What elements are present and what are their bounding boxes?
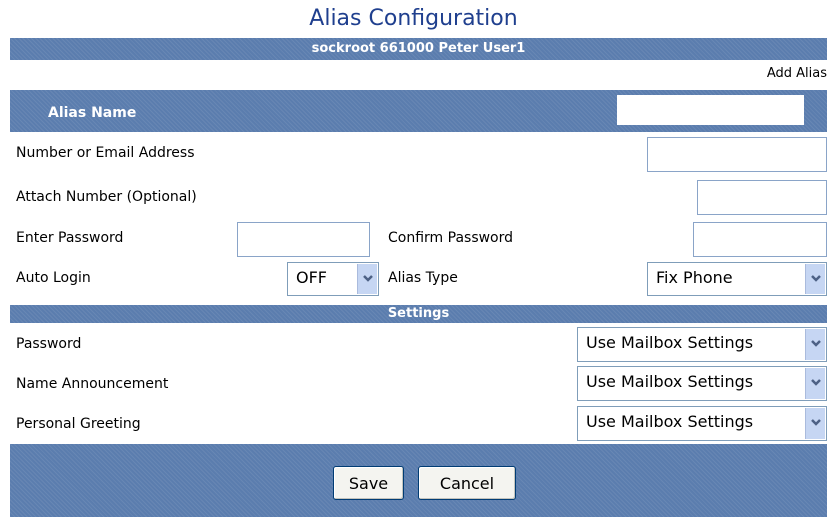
- name-announcement-label: Name Announcement: [16, 376, 169, 392]
- enter-password-input[interactable]: [237, 222, 370, 257]
- auto-login-select[interactable]: OFF: [287, 262, 379, 296]
- alias-name-input[interactable]: [617, 95, 804, 125]
- chevron-down-icon[interactable]: [357, 264, 377, 294]
- add-alias-label: Add Alias: [766, 66, 827, 81]
- alias-type-label: Alias Type: [388, 270, 458, 286]
- chevron-down-icon[interactable]: [805, 264, 825, 294]
- save-button[interactable]: Save: [333, 466, 404, 500]
- confirm-password-label: Confirm Password: [388, 230, 514, 246]
- password-setting-select[interactable]: Use Mailbox Settings: [577, 327, 827, 362]
- personal-greeting-select[interactable]: Use Mailbox Settings: [577, 406, 827, 441]
- cancel-button[interactable]: Cancel: [418, 466, 516, 500]
- password-setting-label: Password: [16, 336, 82, 352]
- settings-header: Settings: [10, 305, 827, 323]
- name-announcement-select[interactable]: Use Mailbox Settings: [577, 366, 827, 401]
- number-email-input[interactable]: [647, 137, 827, 172]
- auto-login-label: Auto Login: [16, 270, 91, 286]
- chevron-down-icon[interactable]: [805, 368, 825, 399]
- chevron-down-icon[interactable]: [805, 408, 825, 439]
- page-title: Alias Configuration: [309, 6, 518, 31]
- personal-greeting-value: Use Mailbox Settings: [586, 412, 754, 431]
- personal-greeting-label: Personal Greeting: [16, 416, 141, 432]
- confirm-password-input[interactable]: [693, 222, 827, 257]
- header-info-bar: sockroot 661000 Peter User1: [10, 38, 827, 60]
- attach-number-label: Attach Number (Optional): [16, 189, 197, 205]
- attach-number-input[interactable]: [697, 180, 827, 215]
- number-email-label: Number or Email Address: [16, 145, 195, 161]
- enter-password-label: Enter Password: [16, 230, 124, 246]
- name-announcement-value: Use Mailbox Settings: [586, 372, 754, 391]
- alias-name-label: Alias Name: [48, 105, 137, 121]
- password-setting-value: Use Mailbox Settings: [586, 333, 754, 352]
- alias-type-select[interactable]: Fix Phone: [647, 262, 827, 296]
- alias-type-value: Fix Phone: [656, 268, 733, 287]
- chevron-down-icon[interactable]: [805, 329, 825, 360]
- auto-login-value: OFF: [296, 268, 327, 287]
